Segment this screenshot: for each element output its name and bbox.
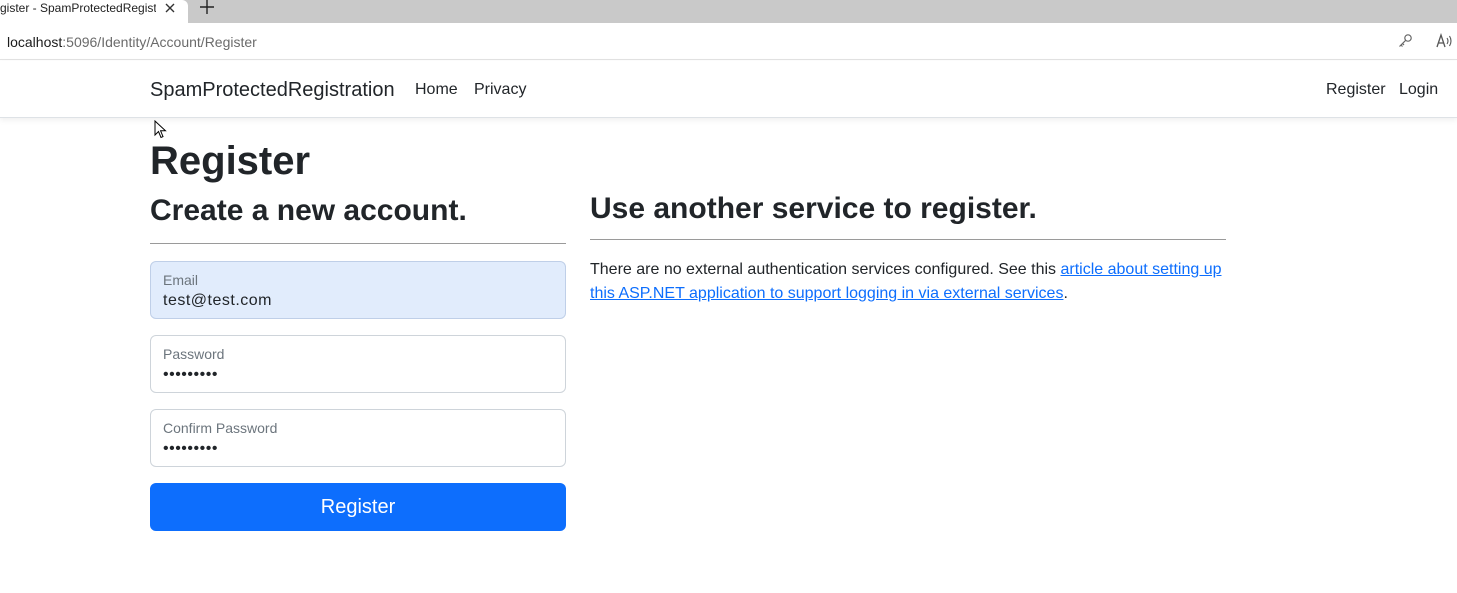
browser-tab[interactable]: gister - SpamProtectedRegistr: [0, 0, 188, 23]
form-heading: Create a new account.: [150, 194, 467, 227]
address-bar[interactable]: localhost:5096/Identity/Account/Register: [0, 23, 1457, 60]
divider: [590, 239, 1226, 240]
nav-link-home[interactable]: Home: [415, 80, 458, 100]
register-button[interactable]: Register: [150, 483, 566, 531]
external-heading: Use another service to register.: [590, 192, 1037, 225]
confirm-password-field[interactable]: Confirm Password •••••••••: [150, 409, 566, 467]
read-aloud-icon[interactable]: [1436, 33, 1454, 49]
site-navbar: SpamProtectedRegistration Home Privacy R…: [0, 61, 1457, 118]
confirm-password-label: Confirm Password: [163, 420, 278, 436]
password-label: Password: [163, 346, 225, 362]
nav-link-register[interactable]: Register: [1326, 80, 1386, 100]
email-field[interactable]: Email test@test.com: [150, 261, 566, 319]
info-text: There are no external authentication ser…: [590, 261, 1061, 278]
mouse-cursor-icon: [154, 120, 167, 139]
email-label: Email: [163, 272, 199, 288]
close-icon[interactable]: [162, 0, 178, 16]
confirm-password-input[interactable]: •••••••••: [163, 439, 218, 459]
page-title: Register: [150, 139, 311, 183]
password-input[interactable]: •••••••••: [163, 365, 218, 385]
plus-icon[interactable]: [198, 0, 216, 16]
nav-link-privacy[interactable]: Privacy: [474, 80, 526, 100]
url-host: localhost: [7, 34, 63, 50]
url-path: :5096/Identity/Account/Register: [62, 34, 257, 50]
email-input[interactable]: test@test.com: [163, 291, 272, 311]
password-field[interactable]: Password •••••••••: [150, 335, 566, 393]
tab-title: gister - SpamProtectedRegistr: [0, 1, 156, 15]
info-text-end: .: [1063, 285, 1068, 302]
navbar-brand[interactable]: SpamProtectedRegistration: [150, 78, 395, 102]
nav-link-login[interactable]: Login: [1399, 80, 1438, 100]
key-icon[interactable]: [1397, 33, 1413, 49]
external-info-text: There are no external authentication ser…: [590, 258, 1230, 306]
browser-tabstrip: gister - SpamProtectedRegistr: [0, 0, 1457, 23]
divider: [150, 243, 566, 244]
url-text[interactable]: localhost:5096/Identity/Account/Register: [7, 34, 257, 50]
